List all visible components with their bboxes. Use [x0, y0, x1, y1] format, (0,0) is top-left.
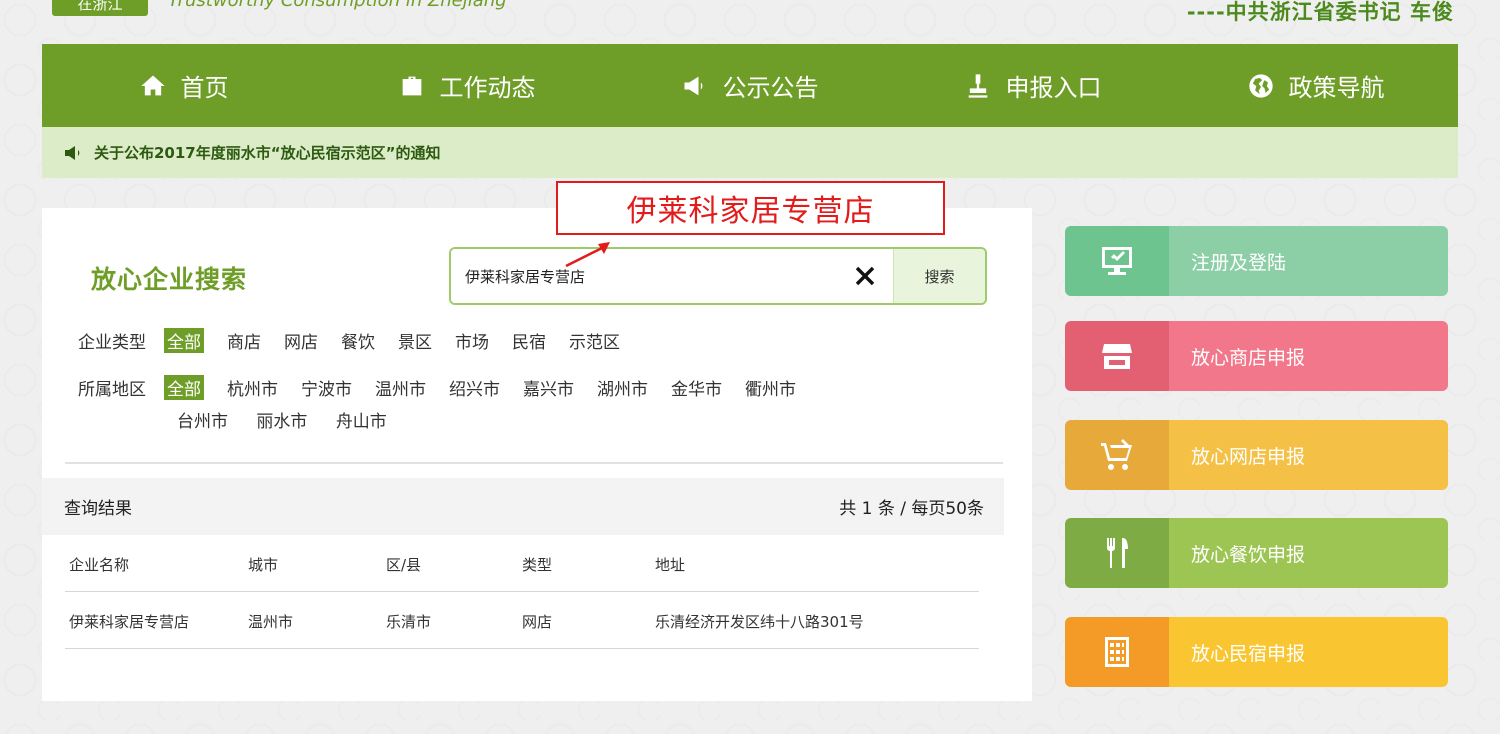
filter-region-option[interactable]: 温州市: [375, 375, 426, 400]
icon-area: [1065, 617, 1169, 687]
homestay-apply-button[interactable]: 放心民宿申报: [1065, 617, 1448, 687]
homestay-apply-label: 放心民宿申报: [1169, 617, 1448, 687]
filter-type-demo[interactable]: 示范区: [569, 328, 620, 353]
icon-area: [1065, 518, 1169, 588]
table-header-row: 企业名称 城市 区/县 类型 地址: [65, 536, 979, 592]
fork-knife-icon: [1107, 538, 1128, 568]
close-icon: [855, 266, 875, 286]
filter-region-row-2: 台州市 丽水市 舟山市: [177, 407, 410, 432]
cell-district: 乐清市: [386, 613, 432, 631]
nav-item-apply[interactable]: 申报入口: [891, 44, 1174, 127]
filter-region-option[interactable]: 绍兴市: [449, 375, 500, 400]
results-title: 查询结果: [64, 499, 132, 519]
cell-address: 乐清经济开发区纬十八路301号: [655, 613, 864, 631]
filter-region-option[interactable]: 湖州市: [597, 375, 648, 400]
filter-region-option[interactable]: 宁波市: [301, 375, 352, 400]
main-nav: 首页 工作动态 公示公告 申报入口 政策导航: [42, 44, 1458, 127]
top-header: 在浙江 Trustworthy Consumption in Zhejiang …: [0, 0, 1500, 44]
register-login-label: 注册及登陆: [1169, 226, 1448, 296]
annotation-label: 伊莱科家居专营店: [556, 181, 945, 235]
filter-region-all[interactable]: 全部: [164, 375, 204, 400]
nav-item-label: 政策导航: [1288, 74, 1385, 102]
stamp-icon: [968, 73, 987, 98]
search-bar: 搜索: [449, 247, 987, 305]
filter-type-dining[interactable]: 餐饮: [341, 328, 375, 353]
home-icon: [140, 75, 165, 95]
column-header: 企业名称: [69, 556, 130, 574]
nav-item-home[interactable]: 首页: [42, 44, 325, 127]
store-apply-label: 放心商店申报: [1169, 321, 1448, 391]
filter-type-homestay[interactable]: 民宿: [512, 328, 546, 353]
filter-type-shop[interactable]: 商店: [227, 328, 261, 353]
nav-item-label: 首页: [180, 74, 229, 102]
speaker-icon: [65, 145, 80, 160]
nav-item-label: 工作动态: [439, 74, 536, 102]
filter-region-option[interactable]: 杭州市: [227, 375, 278, 400]
cell-company-name[interactable]: 伊莱科家居专营店: [69, 611, 189, 632]
column-header: 区/县: [386, 556, 422, 574]
site-slogan: Trustworthy Consumption in Zhejiang: [168, 0, 507, 11]
header-quote: ----中共浙江省委书记 车俊: [1186, 0, 1454, 24]
megaphone-icon: [684, 76, 702, 95]
register-login-button[interactable]: 注册及登陆: [1065, 226, 1448, 296]
notice-bar[interactable]: 关于公布2017年度丽水市“放心民宿示范区”的通知: [42, 127, 1458, 178]
logo-badge: 在浙江: [52, 0, 148, 16]
results-count: 共 1 条 / 每页50条: [839, 499, 984, 519]
store-apply-button[interactable]: 放心商店申报: [1065, 321, 1448, 391]
column-header: 地址: [655, 556, 686, 574]
filter-region-option[interactable]: 衢州市: [745, 375, 796, 400]
nav-item-news[interactable]: 工作动态: [325, 44, 608, 127]
filter-region-option[interactable]: 台州市: [177, 412, 228, 432]
cart-icon: [1101, 439, 1132, 470]
filter-region-row: 所属地区 全部 杭州市 宁波市 温州市 绍兴市 嘉兴市 湖州市 金华市 衢州市: [78, 375, 819, 400]
filter-region-option[interactable]: 金华市: [671, 375, 722, 400]
store-icon: [1102, 344, 1132, 369]
nav-item-label: 申报入口: [1005, 74, 1102, 102]
results-header: 查询结果 共 1 条 / 每页50条: [42, 478, 1004, 535]
icon-area: [1065, 420, 1169, 490]
nav-item-label: 公示公告: [722, 74, 819, 102]
filter-region-option[interactable]: 嘉兴市: [523, 375, 574, 400]
monitor-icon: [1102, 247, 1132, 275]
search-button[interactable]: 搜索: [893, 249, 985, 303]
filter-type-all[interactable]: 全部: [164, 328, 204, 353]
cell-type: 网店: [522, 613, 553, 631]
notice-text[interactable]: 关于公布2017年度丽水市“放心民宿示范区”的通知: [94, 142, 440, 163]
annotation-arrow: [565, 242, 610, 268]
nav-item-policy[interactable]: 政策导航: [1174, 44, 1457, 127]
nav-item-announcements[interactable]: 公示公告: [608, 44, 891, 127]
search-input[interactable]: [451, 249, 837, 303]
column-header: 类型: [522, 556, 553, 574]
filter-region-option[interactable]: 舟山市: [336, 412, 387, 432]
dining-apply-button[interactable]: 放心餐饮申报: [1065, 518, 1448, 588]
filter-region-option[interactable]: 丽水市: [256, 412, 307, 432]
cell-city: 温州市: [248, 613, 294, 631]
briefcase-icon: [402, 76, 421, 95]
filter-type-scenic[interactable]: 景区: [398, 328, 432, 353]
dining-apply-label: 放心餐饮申报: [1169, 518, 1448, 588]
icon-area: [1065, 321, 1169, 391]
clear-search-button[interactable]: [837, 249, 893, 303]
search-title: 放心企业搜索: [91, 265, 248, 294]
column-header: 城市: [248, 556, 279, 574]
globe-icon: [1248, 73, 1273, 98]
filter-type-row: 企业类型 全部 商店 网店 餐饮 景区 市场 民宿 示范区: [78, 328, 643, 353]
table-row[interactable]: 伊莱科家居专营店 温州市 乐清市 网店 乐清经济开发区纬十八路301号: [65, 593, 979, 649]
filter-type-market[interactable]: 市场: [455, 328, 489, 353]
filter-region-label: 所属地区: [78, 380, 146, 400]
online-store-apply-button[interactable]: 放心网店申报: [1065, 420, 1448, 490]
divider: [65, 462, 1003, 464]
filter-type-online[interactable]: 网店: [284, 328, 318, 353]
online-store-apply-label: 放心网店申报: [1169, 420, 1448, 490]
building-icon: [1105, 637, 1129, 667]
icon-area: [1065, 226, 1169, 296]
filter-type-label: 企业类型: [78, 333, 146, 353]
